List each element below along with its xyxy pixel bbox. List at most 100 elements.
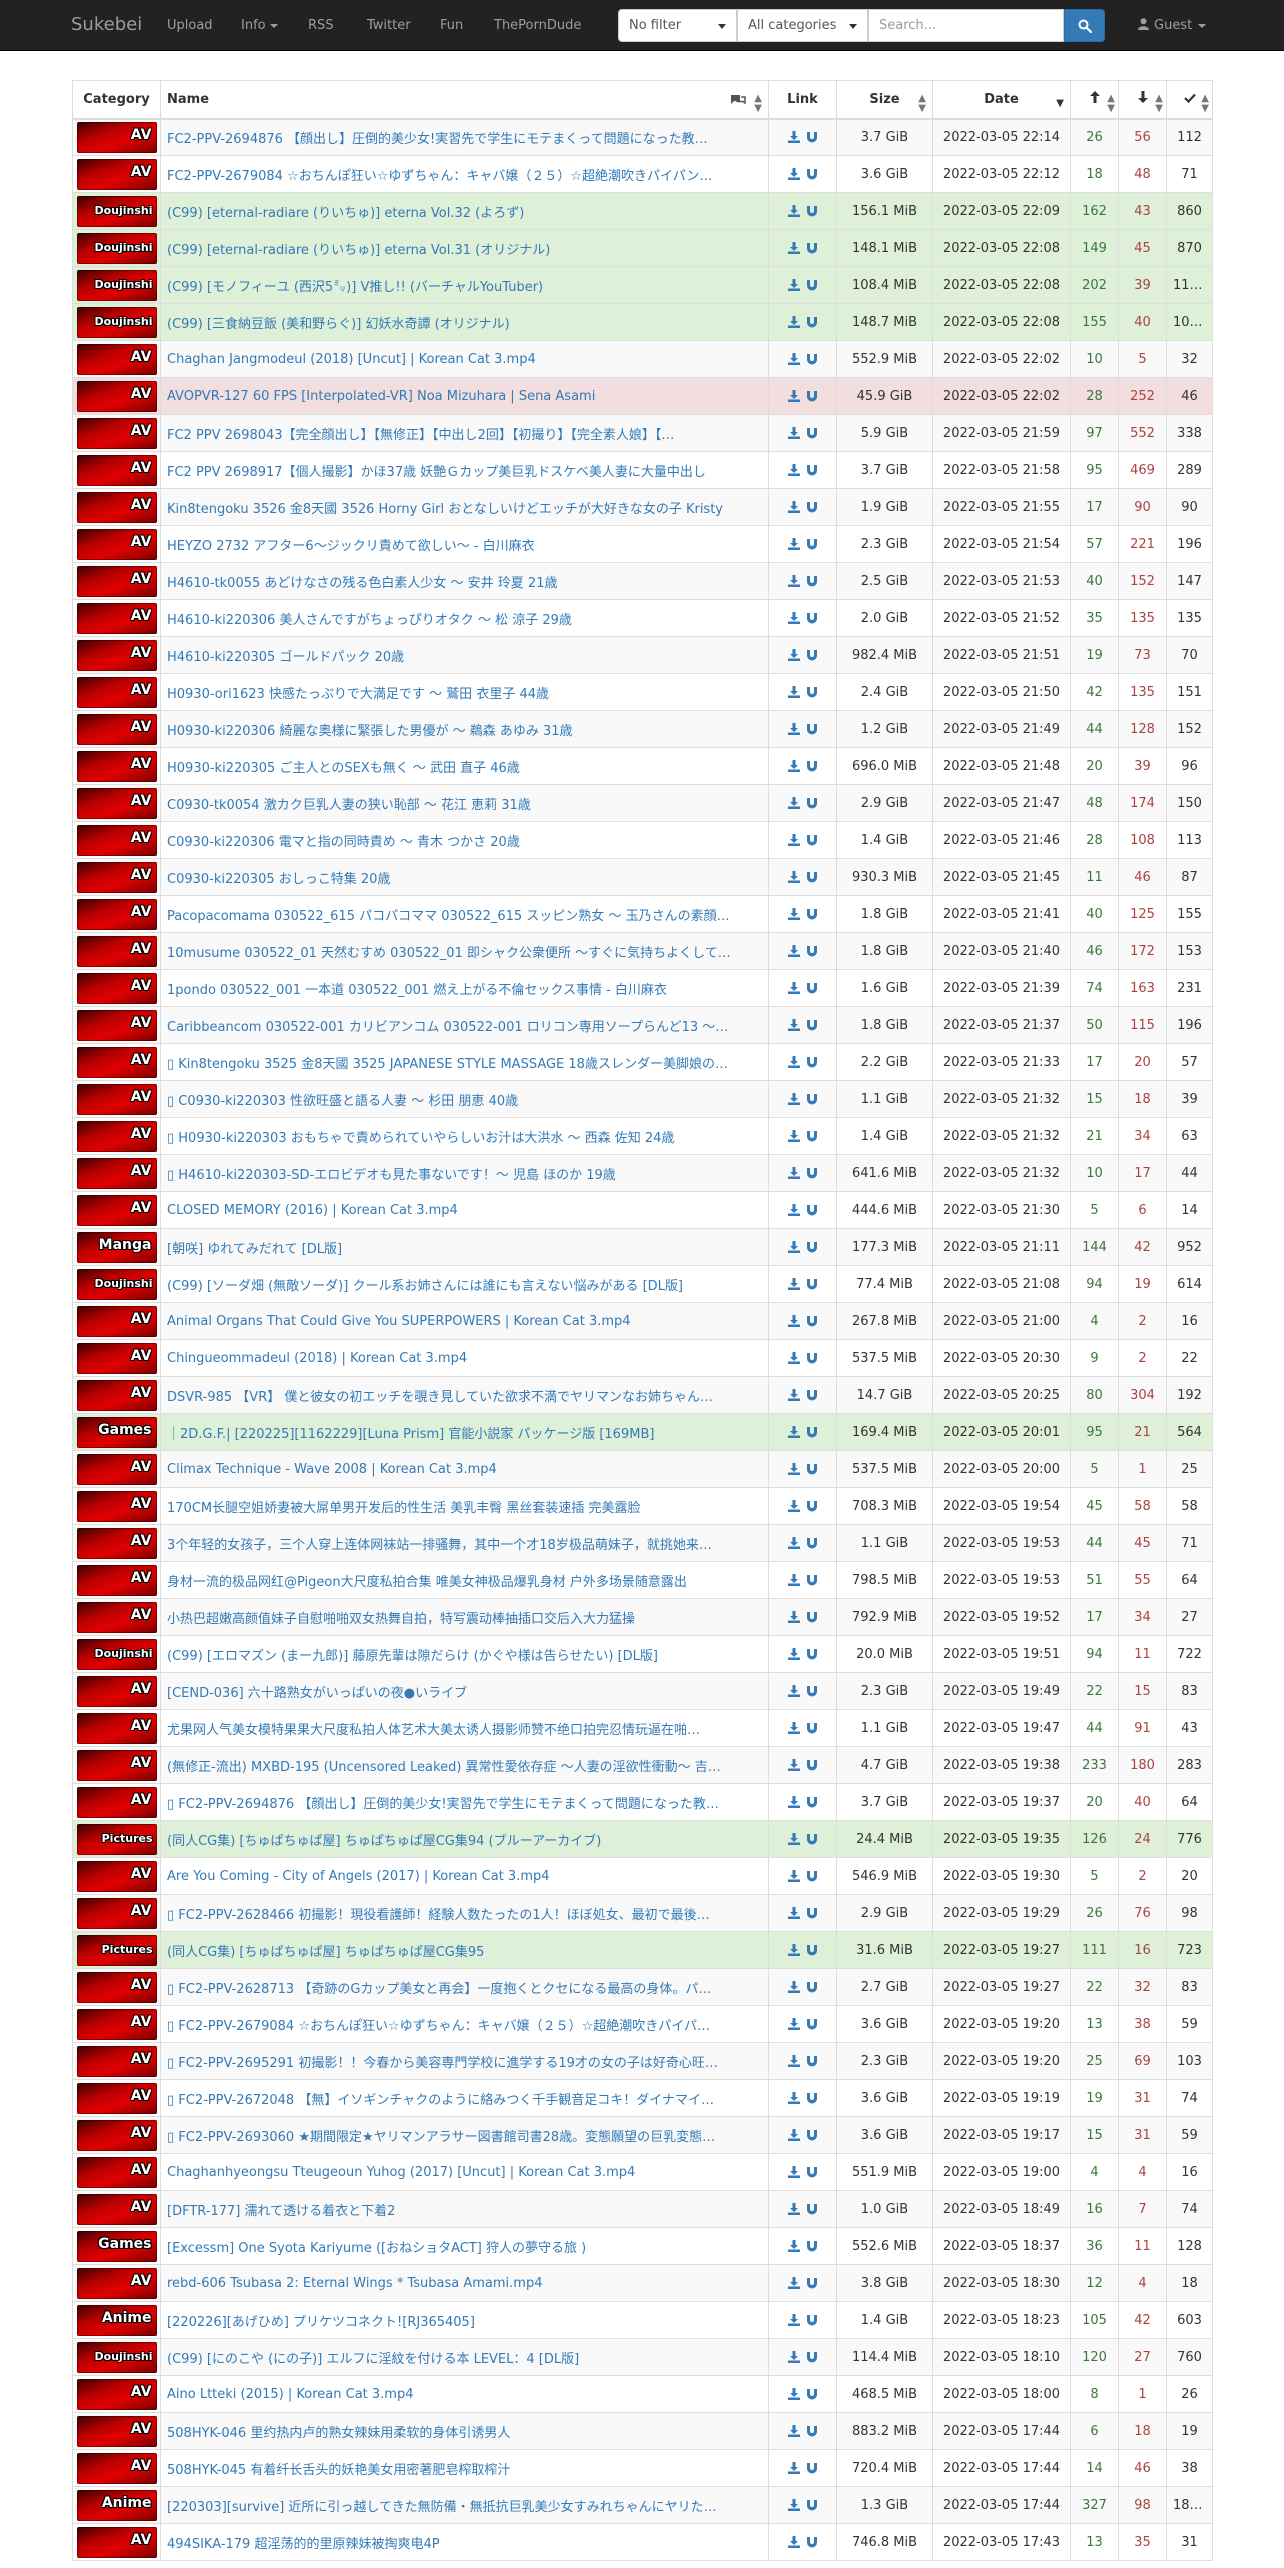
category-badge[interactable]: Doujinshi [76, 269, 157, 301]
torrent-title-link[interactable]: [220303][survive] 近所に引っ越してきた無防備・無抵抗巨乳美少女… [167, 2500, 717, 2515]
category-badge[interactable]: AV [76, 2415, 157, 2447]
download-torrent-link[interactable] [785, 1425, 803, 1440]
download-torrent-link[interactable] [785, 1573, 803, 1588]
torrent-title-link[interactable]: Kin8tengoku 3526 金8天國 3526 Horny Girl おと… [167, 502, 723, 517]
download-torrent-link[interactable] [785, 426, 803, 441]
download-torrent-link[interactable] [785, 1092, 803, 1107]
download-torrent-link[interactable] [785, 1869, 803, 1884]
category-badge[interactable]: AV [76, 2045, 157, 2077]
category-badge[interactable]: AV [76, 528, 157, 560]
torrent-title-link[interactable]: (同人CG集) [ちゅぱちゅぱ屋] ちゅぱちゅぱ屋CG集95 [167, 1945, 484, 1960]
torrent-title-link[interactable]: 508HYK-045 有着纤长舌头的妖艳美女用密著肥皂榨取榨汁 [167, 2463, 510, 2478]
search-input[interactable] [868, 9, 1064, 42]
download-torrent-link[interactable] [785, 2165, 803, 2180]
category-badge[interactable]: AV [76, 1749, 157, 1781]
download-torrent-link[interactable] [785, 1980, 803, 1995]
magnet-link[interactable] [803, 1980, 821, 1995]
download-torrent-link[interactable] [785, 796, 803, 811]
download-torrent-link[interactable] [785, 833, 803, 848]
torrent-title-link[interactable]: ▯ FC2-PPV-2695291 初撮影！！今春から美容専門学校に進学する19… [167, 2056, 718, 2071]
torrent-title-link[interactable]: (C99) [モノフィーユ (西沢5㍉)] V推し!! (バーチャルYouTub… [167, 280, 543, 295]
magnet-link[interactable] [803, 833, 821, 848]
header-leechers[interactable]: ▲ ▼ [1118, 80, 1167, 120]
magnet-link[interactable] [803, 1869, 821, 1884]
torrent-title-link[interactable]: 身材一流的极品网红@Pigeon大尺度私拍合集 唯美女神极品爆乳身材 户外多场景… [167, 1575, 687, 1590]
download-torrent-link[interactable] [785, 1795, 803, 1810]
category-badge[interactable]: AV [76, 898, 157, 930]
torrent-title-link[interactable]: (C99) [エロマズン (まー九郎)] 藤原先輩は隙だらけ (かぐや様は告らせ… [167, 1649, 658, 1664]
torrent-title-link[interactable]: H4610-ki220305 ゴールドパック 20歳 [167, 650, 404, 665]
torrent-title-link[interactable]: DSVR-985 【VR】 僕と彼女の初エッチを覗き見していた欲求不満でヤリマン… [167, 1390, 713, 1405]
download-torrent-link[interactable] [785, 1499, 803, 1514]
download-torrent-link[interactable] [785, 1277, 803, 1292]
download-torrent-link[interactable] [785, 685, 803, 700]
category-badge[interactable]: AV [76, 824, 157, 856]
torrent-title-link[interactable]: Chingueommadeul (2018) | Korean Cat 3.mp… [167, 1351, 467, 1366]
download-torrent-link[interactable] [785, 1203, 803, 1218]
magnet-link[interactable] [803, 648, 821, 663]
magnet-link[interactable] [803, 1166, 821, 1181]
sort-desc-icon[interactable]: ▼ [1056, 99, 1064, 109]
magnet-link[interactable] [803, 2424, 821, 2439]
magnet-link[interactable] [803, 796, 821, 811]
download-torrent-link[interactable] [785, 2276, 803, 2291]
category-badge[interactable]: Games [76, 1416, 157, 1448]
magnet-link[interactable] [803, 1647, 821, 1662]
category-badge[interactable]: AV [76, 713, 157, 745]
magnet-link[interactable] [803, 1832, 821, 1847]
torrent-title-link[interactable]: ▯ FC2-PPV-2628713 【奇跡のGカップ美女と再会】一度抱くとクセに… [167, 1982, 711, 1997]
download-torrent-link[interactable] [785, 315, 803, 330]
category-badge[interactable]: AV [76, 1342, 157, 1374]
torrent-title-link[interactable]: 494SIKA-179 超淫荡的的里原辣妹被掏爽电4P [167, 2537, 440, 2552]
header-size[interactable]: Size ▲ ▼ [836, 80, 933, 120]
magnet-link[interactable] [803, 1388, 821, 1403]
category-badge[interactable]: Doujinshi [76, 1268, 157, 1300]
category-badge[interactable]: Games [76, 2230, 157, 2262]
sort-icon[interactable]: ▲ ▼ [1155, 94, 1163, 114]
download-torrent-link[interactable] [785, 2350, 803, 2365]
download-torrent-link[interactable] [785, 2054, 803, 2069]
category-badge[interactable]: AV [76, 2193, 157, 2225]
download-torrent-link[interactable] [785, 2461, 803, 2476]
magnet-link[interactable] [803, 2387, 821, 2402]
category-badge[interactable]: Doujinshi [76, 195, 157, 227]
torrent-title-link[interactable]: ▯ Kin8tengoku 3525 金8天國 3525 JAPANESE ST… [167, 1057, 728, 1072]
download-torrent-link[interactable] [785, 389, 803, 404]
download-torrent-link[interactable] [785, 2387, 803, 2402]
magnet-link[interactable] [803, 278, 821, 293]
download-torrent-link[interactable] [785, 1351, 803, 1366]
torrent-title-link[interactable]: Climax Technique - Wave 2008 | Korean Ca… [167, 1462, 497, 1477]
torrent-title-link[interactable]: Pacopacomama 030522_615 パコパコママ 030522_61… [167, 909, 730, 924]
magnet-link[interactable] [803, 167, 821, 182]
magnet-link[interactable] [803, 1573, 821, 1588]
category-badge[interactable]: AV [76, 2082, 157, 2114]
magnet-link[interactable] [803, 1240, 821, 1255]
category-badge[interactable]: AV [76, 454, 157, 486]
magnet-link[interactable] [803, 1684, 821, 1699]
magnet-link[interactable] [803, 537, 821, 552]
category-badge[interactable]: AV [76, 1009, 157, 1041]
torrent-title-link[interactable]: (C99) [ソーダ畑 (無敵ソーダ)] クール系お姉さんには誰にも言えない悩み… [167, 1279, 683, 1294]
category-badge[interactable]: AV [76, 935, 157, 967]
category-badge[interactable]: AV [76, 1601, 157, 1633]
download-torrent-link[interactable] [785, 1610, 803, 1625]
torrent-title-link[interactable]: 尤果网人气美女模特果果大尺度私拍人体艺术大美太诱人摄影师赞不绝口拍完忍情玩逼在啪… [167, 1723, 700, 1738]
category-badge[interactable]: AV [76, 1860, 157, 1892]
category-badge[interactable]: Doujinshi [76, 2341, 157, 2373]
magnet-link[interactable] [803, 1758, 821, 1773]
search-button[interactable] [1064, 9, 1105, 42]
category-badge[interactable]: AV [76, 2378, 157, 2410]
nav-upload[interactable]: Upload [167, 18, 213, 33]
torrent-title-link[interactable]: FC2-PPV-2679084 ☆おちんぽ狂い☆ゆずちゃん：キャバ嬢（２５）☆超… [167, 169, 712, 184]
torrent-title-link[interactable]: [DFTR-177] 濡れて透ける着衣と下着2 [167, 2204, 395, 2219]
category-badge[interactable]: Anime [76, 2489, 157, 2521]
magnet-link[interactable] [803, 1499, 821, 1514]
download-torrent-link[interactable] [785, 500, 803, 515]
magnet-link[interactable] [803, 241, 821, 256]
magnet-link[interactable] [803, 2091, 821, 2106]
download-torrent-link[interactable] [785, 1684, 803, 1699]
magnet-link[interactable] [803, 2276, 821, 2291]
category-badge[interactable]: Doujinshi [76, 1638, 157, 1670]
magnet-link[interactable] [803, 426, 821, 441]
sort-icon[interactable]: ▲ ▼ [918, 94, 926, 114]
